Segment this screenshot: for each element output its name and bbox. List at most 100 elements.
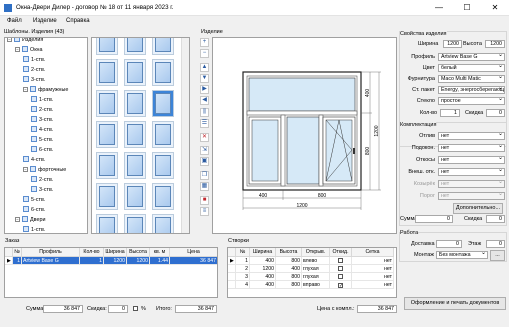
tree-item[interactable]: 1-ств. — [23, 55, 45, 65]
tree-item[interactable]: 4-ств. — [23, 155, 45, 165]
frame-icon[interactable]: ▣ — [200, 157, 209, 166]
template-thumbnail[interactable] — [96, 121, 118, 148]
order-column-header[interactable]: Высота — [127, 248, 150, 257]
template-thumbnail[interactable] — [124, 214, 146, 233]
kit-select[interactable]: нет — [438, 156, 505, 164]
arrow-up-icon[interactable]: ▲ — [200, 63, 209, 72]
template-thumbnail[interactable] — [124, 38, 146, 55]
tree-item[interactable]: − форточные — [23, 165, 66, 175]
color-icon[interactable]: ■ — [200, 196, 209, 205]
template-thumbnail[interactable] — [96, 152, 118, 179]
checkbox-icon[interactable] — [338, 274, 343, 279]
template-thumbnail[interactable] — [96, 59, 118, 86]
order-column-header[interactable]: Профиль — [22, 248, 80, 257]
sash-column-header[interactable]: Открыв. — [302, 248, 330, 257]
template-thumbnails[interactable] — [91, 37, 190, 234]
expand-toggle-icon[interactable]: − — [23, 167, 28, 172]
tilt-checkbox[interactable]: ✓ — [330, 281, 352, 289]
menu-help[interactable]: Справка — [66, 18, 90, 24]
prop-select[interactable]: белый — [438, 64, 505, 72]
tree-item[interactable]: − Двери — [15, 215, 45, 225]
template-thumbnail[interactable] — [96, 183, 118, 210]
checkbox-icon[interactable] — [338, 258, 343, 263]
thumbnails-scrollbar[interactable] — [181, 38, 189, 233]
template-thumbnail[interactable] — [96, 38, 118, 55]
expand-toggle-icon[interactable]: − — [7, 38, 12, 42]
tree-item[interactable]: 3-ств. — [31, 185, 53, 195]
sash-column-header[interactable]: Сетка — [352, 248, 394, 257]
template-thumbnail[interactable] — [124, 152, 146, 179]
kit-select[interactable]: нет — [438, 132, 505, 140]
order-column-header[interactable]: кв. м — [150, 248, 170, 257]
extra-button[interactable]: Дополнительно... — [453, 203, 503, 214]
template-thumbnail[interactable] — [124, 121, 146, 148]
tree-item[interactable]: 2-ств. — [31, 175, 53, 185]
tree-item[interactable]: 1-ств. — [31, 95, 53, 105]
expand-toggle-icon[interactable]: − — [23, 87, 28, 92]
tree-item[interactable]: 2-ств. — [23, 65, 45, 75]
template-tree[interactable]: − Изделия − Окна 1-ств. 2-ств. 3-ств. − фрамужны… — [4, 37, 88, 234]
prop-select[interactable]: Artview Base G — [438, 53, 505, 61]
resize-icon[interactable]: ⇲ — [200, 146, 209, 155]
template-thumbnail[interactable] — [96, 214, 118, 233]
tree-item[interactable]: 3-ств. — [23, 75, 45, 85]
kit-discount-input[interactable]: 0 — [486, 215, 505, 223]
order-column-header[interactable]: Кол-во — [80, 248, 104, 257]
tree-item[interactable]: − Изделия — [7, 38, 43, 45]
tree-item[interactable]: 6-ств. — [23, 205, 45, 215]
expand-toggle-icon[interactable]: − — [15, 47, 20, 52]
tilt-checkbox[interactable] — [330, 257, 352, 265]
tree-item[interactable]: − фрамужные — [23, 85, 68, 95]
template-thumbnail[interactable] — [152, 121, 174, 148]
list-icon[interactable]: ≡ — [200, 207, 209, 216]
template-thumbnail[interactable] — [124, 59, 146, 86]
maximize-button[interactable]: ☐ — [453, 0, 481, 16]
zoom-out-icon[interactable]: − — [200, 49, 209, 58]
menu-file[interactable]: Файл — [7, 18, 22, 24]
arrow-left-icon[interactable]: ◀ — [200, 96, 209, 105]
kit-select[interactable]: нет — [438, 180, 505, 188]
menu-product[interactable]: Изделие — [33, 18, 57, 24]
template-thumbnail[interactable] — [96, 90, 118, 117]
props-discount-input[interactable]: 0 — [486, 109, 505, 117]
tree-item[interactable]: − Окна — [15, 45, 43, 55]
prop-select[interactable]: Maco Multi Matic — [438, 75, 505, 83]
tree-item[interactable]: 6-ств. — [31, 145, 53, 155]
tilt-checkbox[interactable] — [330, 273, 352, 281]
template-thumbnail[interactable] — [152, 90, 174, 117]
mount-more-button[interactable]: ... — [490, 250, 505, 261]
arrow-right-icon[interactable]: ▶ — [200, 85, 209, 94]
sash-column-header[interactable]: Ширина — [250, 248, 276, 257]
floor-input[interactable]: 0 — [486, 240, 505, 248]
tree-item[interactable]: 5-ств. — [31, 135, 53, 145]
tree-item[interactable]: 2-ств. — [31, 105, 53, 115]
checkbox-icon[interactable]: ✓ — [338, 283, 343, 288]
tree-item[interactable]: 3-ств. — [31, 115, 53, 125]
sash-column-header[interactable]: Откид. — [330, 248, 352, 257]
order-column-header[interactable]: Ширина — [104, 248, 127, 257]
template-thumbnail[interactable] — [152, 59, 174, 86]
sash-column-header[interactable]: Высота — [276, 248, 302, 257]
order-column-header[interactable]: Цена — [170, 248, 217, 257]
tree-item[interactable]: 1-ств. — [23, 225, 45, 233]
prop-select[interactable]: Energy, энергосберегающее — [438, 86, 505, 94]
kit-select[interactable]: нет — [438, 168, 505, 176]
print-documents-button[interactable]: Оформление и печать документов — [404, 297, 506, 310]
template-thumbnail[interactable] — [152, 214, 174, 233]
split-vertical-icon[interactable]: ⫼ — [200, 108, 209, 117]
checkbox-icon[interactable] — [338, 266, 343, 271]
order-table[interactable]: № Профиль Кол-во Ширина Высота кв. м Цена ▶ 1 Art… — [4, 247, 218, 298]
zoom-in-icon[interactable]: + — [200, 38, 209, 47]
split-horizontal-icon[interactable]: ☰ — [200, 119, 209, 128]
height-input[interactable]: 1200 — [485, 40, 505, 48]
delete-icon[interactable]: ✕ — [200, 133, 209, 142]
arrow-down-icon[interactable]: ▼ — [200, 74, 209, 83]
kit-select[interactable]: нет — [438, 192, 505, 200]
tree-item[interactable]: 4-ств. — [31, 125, 53, 135]
fill-icon[interactable]: ▦ — [200, 182, 209, 191]
tilt-checkbox[interactable] — [330, 265, 352, 273]
order-discount-input[interactable]: 0 — [108, 305, 128, 313]
minimize-button[interactable]: — — [425, 0, 453, 16]
expand-toggle-icon[interactable]: − — [15, 217, 20, 222]
sash-column-header[interactable]: № — [236, 248, 250, 257]
